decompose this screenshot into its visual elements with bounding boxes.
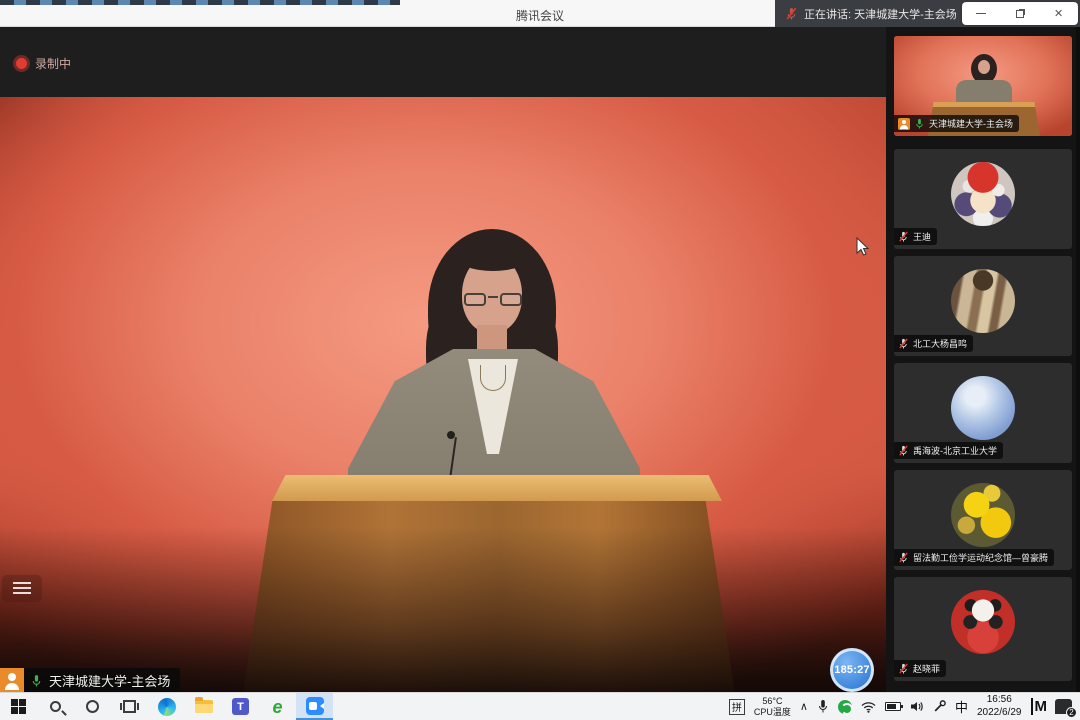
speaker-necklace — [480, 365, 506, 391]
avatar-cathedral-photo — [951, 269, 1015, 333]
file-explorer-button[interactable] — [185, 693, 222, 720]
participant-tile[interactable]: 北工大杨昌鸣 — [894, 256, 1072, 356]
avatar-yellow-flowers — [951, 483, 1015, 547]
tencent-meeting-icon — [306, 697, 324, 715]
host-person-icon — [0, 668, 24, 692]
windows-logo-icon — [11, 699, 26, 714]
mic-muted-icon — [898, 338, 909, 349]
ie-icon: e — [272, 698, 282, 716]
mic-muted-icon — [898, 445, 909, 456]
speaker-glasses — [464, 293, 522, 307]
participant-tile[interactable]: 王迪 — [894, 149, 1072, 249]
close-button[interactable]: ✕ — [1048, 6, 1070, 22]
task-view-button[interactable] — [111, 693, 148, 720]
speaker-fringe — [458, 245, 528, 271]
avatar-panda-red — [951, 590, 1015, 654]
ime-pinyin-badge[interactable]: 拼 — [729, 699, 745, 715]
speaking-banner-text: 正在讲话: 天津城建大学-主会场 — [804, 6, 957, 22]
mic-active-icon — [30, 674, 43, 687]
tencent-meeting-screen: 腾讯会议 正在讲话: 天津城建大学-主会场 ✕ 录制中 — [0, 0, 1080, 720]
minimize-button[interactable] — [970, 6, 992, 22]
start-button[interactable] — [0, 693, 37, 720]
teams-button[interactable]: T — [222, 693, 259, 720]
search-button[interactable] — [37, 693, 74, 720]
ime-language-indicator[interactable]: 中 — [955, 697, 968, 716]
mic-muted-icon — [898, 552, 909, 563]
meeting-timer-bubble[interactable]: 185:27 — [830, 648, 874, 692]
wifi-icon[interactable] — [861, 701, 876, 713]
edge-icon — [158, 698, 176, 716]
notification-badge: 2 — [1066, 707, 1077, 718]
recording-label: 录制中 — [35, 55, 71, 72]
participants-rail: 天津城建大学-主会场 王迪 — [886, 27, 1080, 692]
restore-button[interactable] — [1009, 6, 1031, 22]
mic-muted-icon — [785, 7, 798, 20]
ie-button[interactable]: e — [259, 693, 296, 720]
agenda-toggle-button[interactable] — [2, 575, 42, 602]
notification-center-button[interactable]: 2 — [1055, 699, 1072, 714]
taskbar-clock[interactable]: 16:56 2022/6/29 — [977, 694, 1022, 719]
teams-icon: T — [232, 698, 249, 715]
participant-name: 天津城建大学-主会场 — [929, 117, 1013, 130]
background-window-fragment — [0, 0, 400, 5]
active-speaker-name: 天津城建大学-主会场 — [49, 671, 170, 690]
battery-icon[interactable] — [885, 702, 901, 711]
windows-taskbar: T e 拼 56°C CPU温度 ∧ — [0, 692, 1080, 720]
edge-button[interactable] — [148, 693, 185, 720]
cpu-temperature: 56°C CPU温度 — [754, 696, 791, 717]
folder-icon — [195, 700, 213, 713]
participant-name: 王迪 — [913, 230, 931, 243]
avatar-anime-santa — [951, 162, 1015, 226]
microphone-tray-icon[interactable] — [817, 699, 829, 714]
participant-name: 北工大杨昌鸣 — [913, 337, 967, 350]
window-controls: ✕ — [962, 2, 1078, 25]
mic-active-icon — [914, 118, 925, 129]
meeting-timer-value: 185:27 — [834, 664, 869, 676]
hidden-icons-chevron[interactable]: ∧ — [800, 700, 808, 713]
podium-top — [272, 475, 722, 501]
antivirus-tray-icon[interactable] — [838, 700, 852, 714]
cortana-button[interactable] — [74, 693, 111, 720]
participant-tile[interactable]: 禹海波-北京工业大学 — [894, 363, 1072, 463]
host-person-icon — [898, 118, 910, 130]
task-view-icon — [123, 700, 136, 713]
mic-muted-icon — [898, 663, 909, 674]
participant-name: 禹海波-北京工业大学 — [913, 444, 997, 457]
participant-tile[interactable]: 天津城建大学-主会场 — [894, 36, 1072, 136]
search-icon — [50, 701, 61, 712]
avatar-blue-sphere — [951, 376, 1015, 440]
participant-tile[interactable]: 留法勤工俭学运动纪念馆—曾豪腾 — [894, 470, 1072, 570]
oem-logo: M — [1031, 698, 1047, 715]
participant-tile[interactable]: 赵晓菲 — [894, 577, 1072, 681]
connector-tray-icon[interactable] — [933, 700, 946, 713]
participant-name: 赵晓菲 — [913, 662, 940, 675]
mouse-cursor — [856, 237, 870, 257]
speaker-icon[interactable] — [910, 700, 924, 713]
recording-indicator: 录制中 — [16, 55, 71, 72]
mic-muted-icon — [898, 231, 909, 242]
rail-scrollbar[interactable] — [1076, 27, 1080, 692]
recording-dot-icon — [16, 58, 27, 69]
main-video-stage — [0, 97, 886, 692]
tencent-meeting-taskbar-button[interactable] — [296, 693, 333, 720]
cortana-icon — [86, 700, 99, 713]
participant-name: 留法勤工俭学运动纪念馆—曾豪腾 — [913, 551, 1048, 564]
list-icon — [13, 582, 31, 595]
podium-mic-icon — [447, 431, 455, 439]
active-speaker-nameplate: 天津城建大学-主会场 — [0, 668, 180, 692]
